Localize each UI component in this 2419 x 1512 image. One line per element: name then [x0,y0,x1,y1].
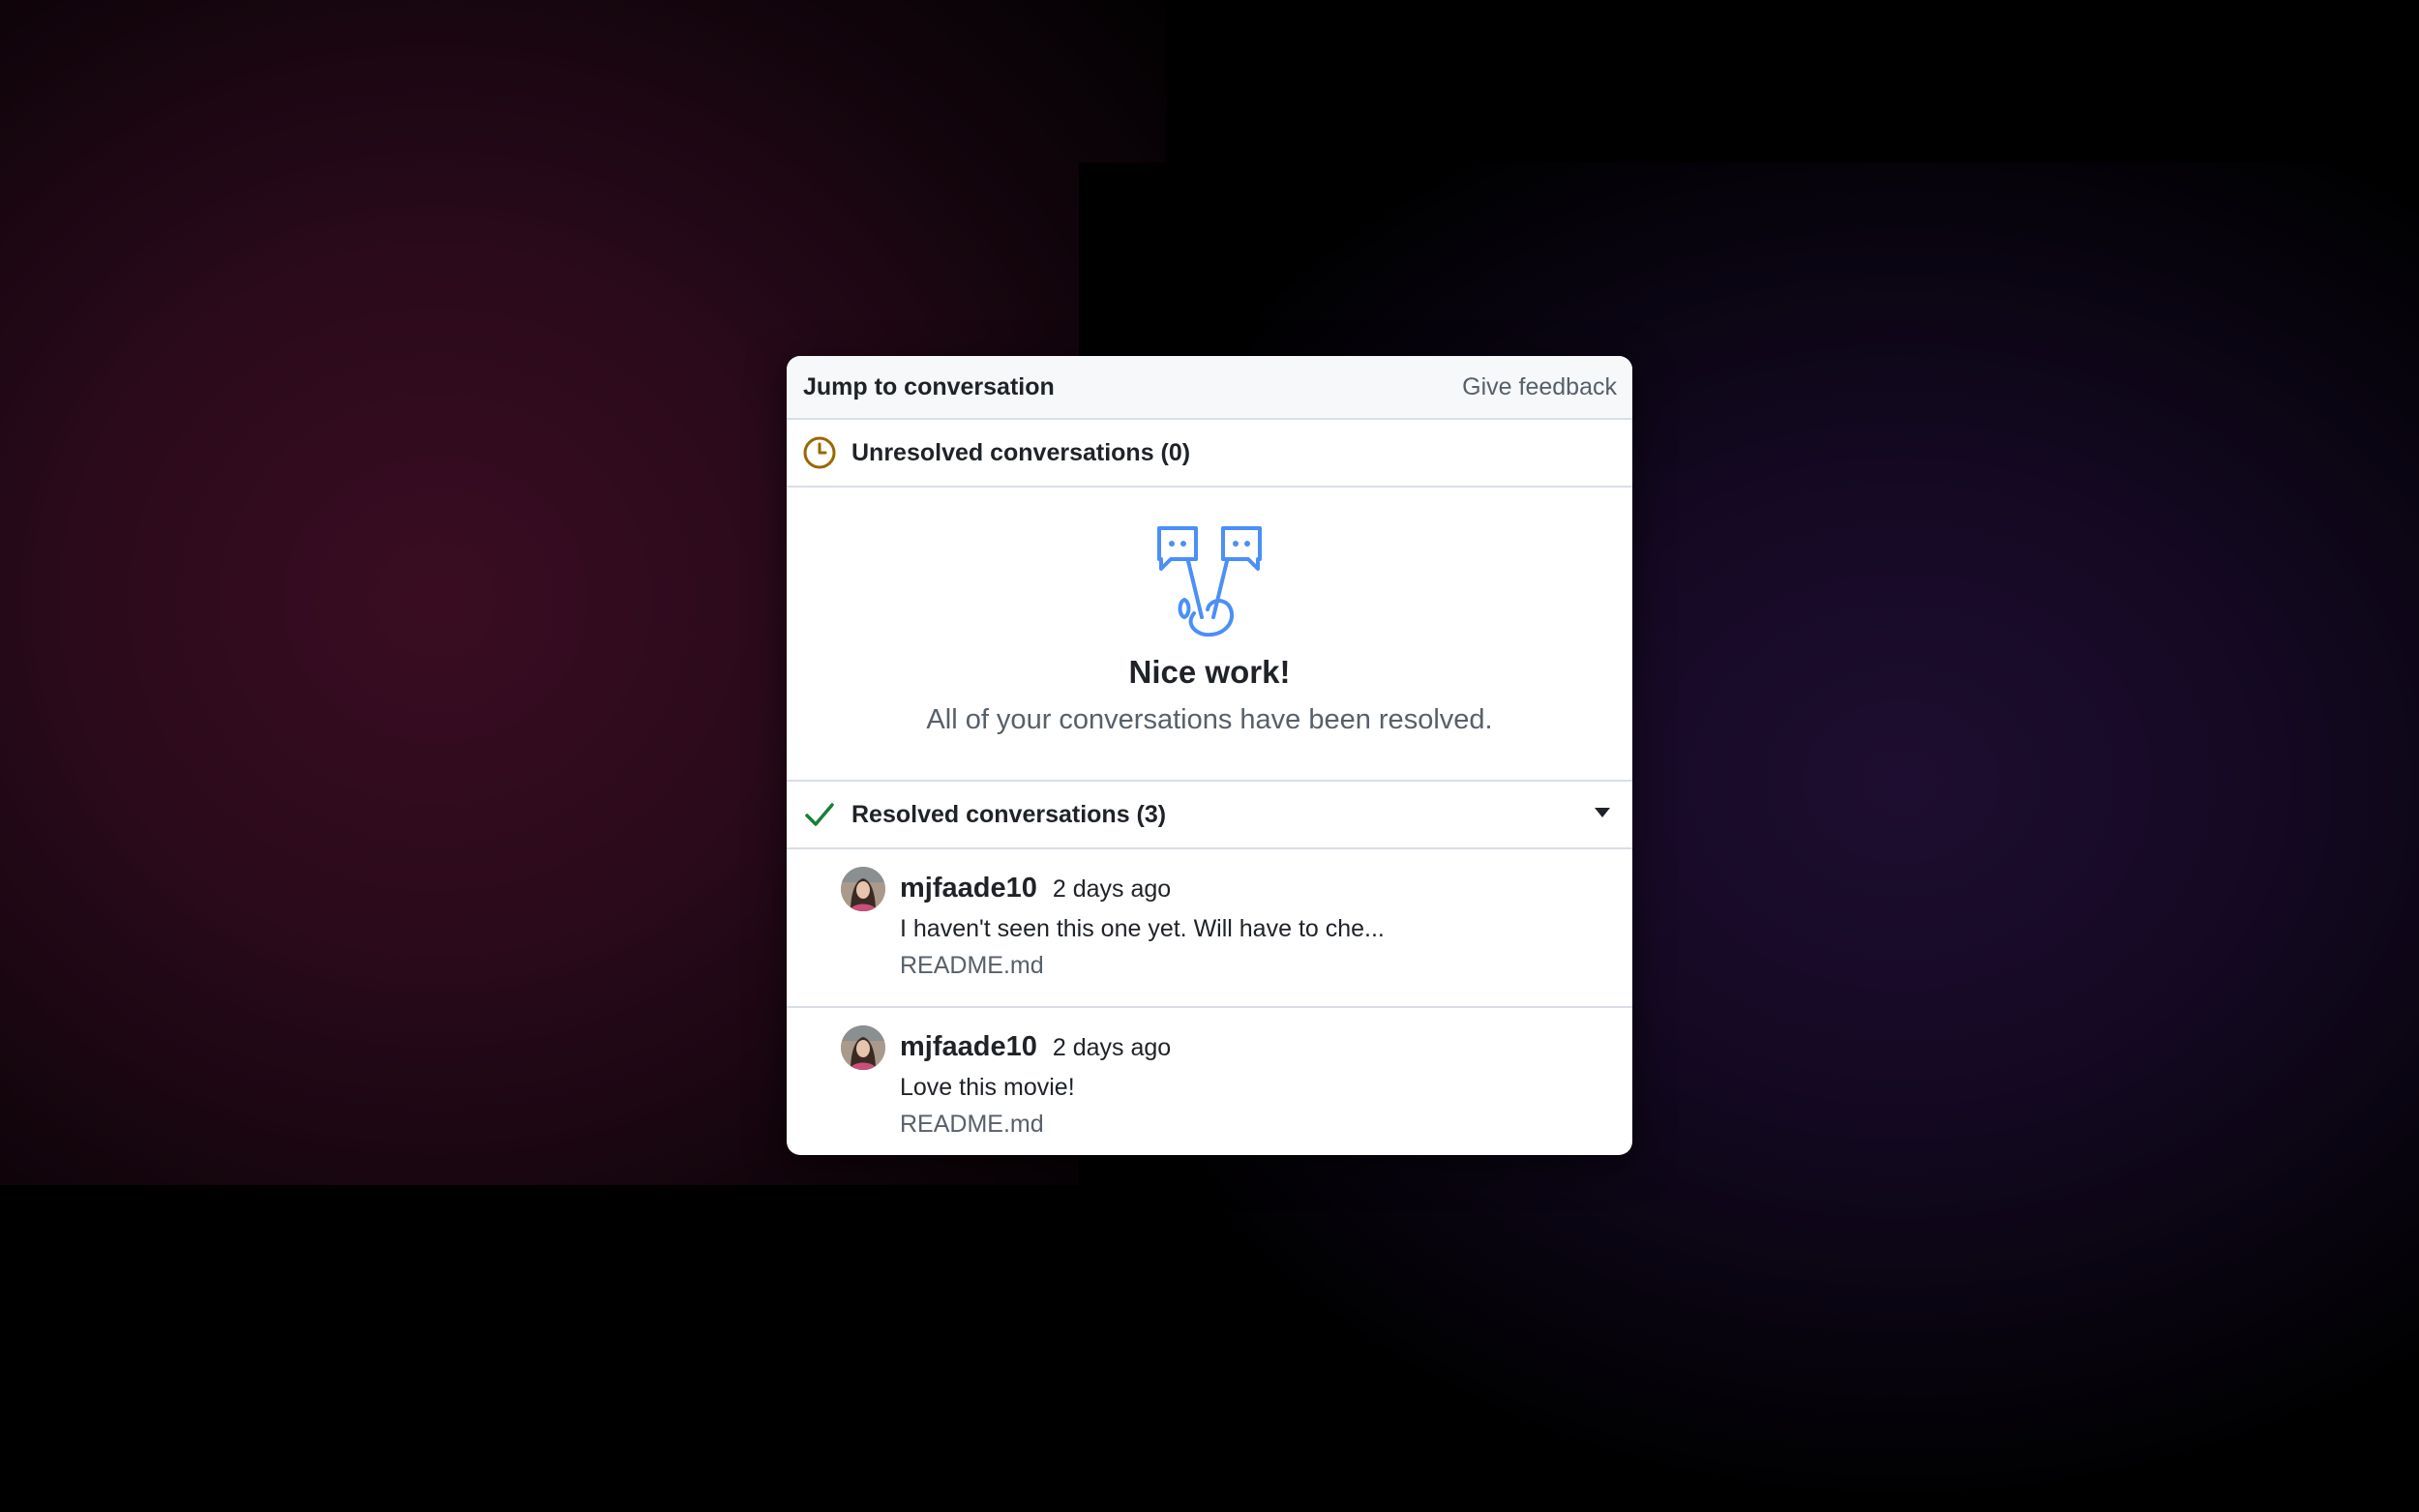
conversation-author[interactable]: mjfaade10 [900,873,1037,904]
check-icon [802,797,837,832]
conversation-time: 2 days ago [1052,1034,1172,1061]
avatar [841,867,885,911]
peace-hand-chat-icon [1157,526,1262,637]
background-top-right [1166,0,2419,163]
conversation-item[interactable]: mjfaade10 2 days ago Love this movie! RE… [787,1008,1632,1155]
give-feedback-link[interactable]: Give feedback [1462,373,1617,401]
conversation-message: Love this movie! [900,1074,1075,1101]
conversation-meta: mjfaade10 2 days ago [900,873,1171,904]
unresolved-conversations-label: Unresolved conversations (0) [851,438,1191,466]
jump-to-conversation-panel: Jump to conversation Give feedback Unres… [787,356,1632,1155]
triangle-down-icon[interactable] [1594,807,1611,818]
empty-state-message: All of your conversations have been reso… [926,704,1493,735]
panel-title: Jump to conversation [803,372,1055,400]
conversation-file: README.md [900,1111,1044,1138]
resolved-conversations-header[interactable]: Resolved conversations (3) [787,782,1632,849]
avatar [841,1025,885,1070]
empty-state-title: Nice work! [1128,654,1291,690]
conversation-meta: mjfaade10 2 days ago [900,1031,1171,1063]
panel-header: Jump to conversation Give feedback [787,356,1632,420]
empty-state: Nice work! All of your conversations hav… [787,488,1632,782]
conversation-message: I haven't seen this one yet. Will have t… [900,915,1385,942]
unresolved-conversations-header[interactable]: Unresolved conversations (0) [787,420,1632,488]
conversation-file: README.md [900,952,1044,979]
conversation-item[interactable]: mjfaade10 2 days ago I haven't seen this… [787,849,1632,1008]
conversation-time: 2 days ago [1052,875,1172,903]
resolved-conversations-label: Resolved conversations (3) [851,800,1167,828]
clock-icon [802,435,837,470]
conversation-author[interactable]: mjfaade10 [900,1031,1037,1063]
